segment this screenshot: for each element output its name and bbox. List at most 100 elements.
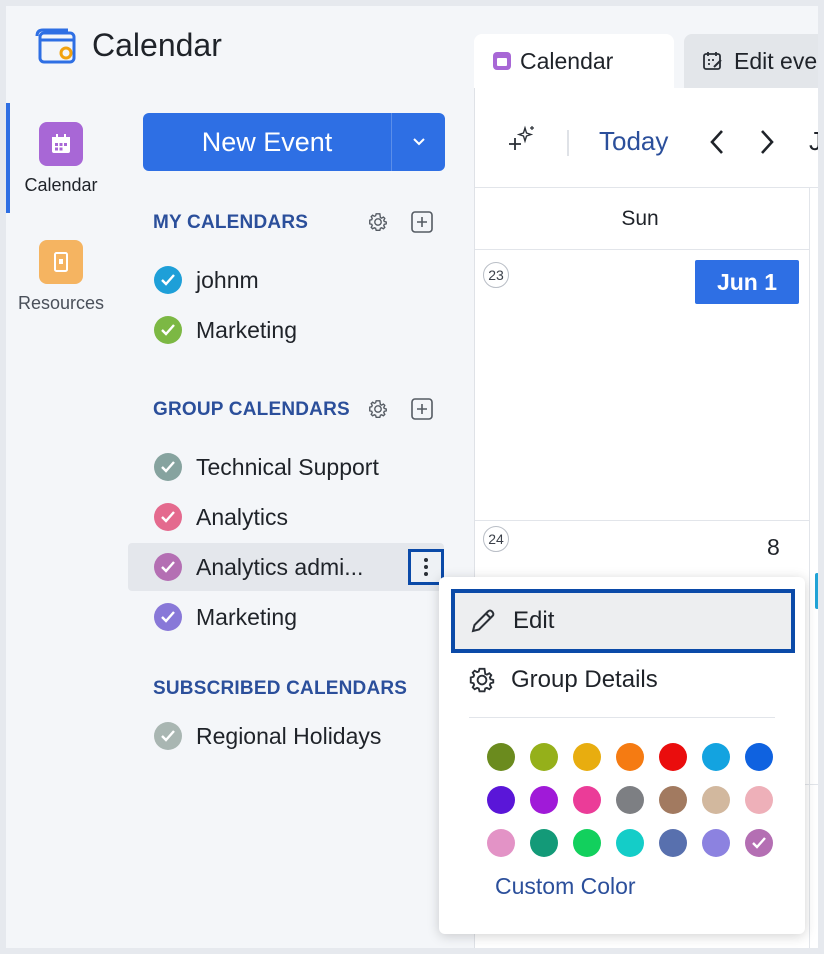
menu-item-edit[interactable]: Edit xyxy=(451,589,795,653)
color-swatch-grid xyxy=(487,743,773,857)
menu-item-label: Edit xyxy=(513,607,555,634)
week-number[interactable]: 24 xyxy=(483,526,509,552)
new-event-button-group: New Event xyxy=(143,113,445,171)
tab-calendar[interactable]: Calendar xyxy=(474,34,674,88)
rail-item-label: Resources xyxy=(17,293,105,313)
resources-icon xyxy=(39,240,83,284)
subscribed-calendars-heading: SUBSCRIBED CALENDARS xyxy=(153,678,408,699)
gear-icon xyxy=(469,667,495,693)
group-calendar-item-analytics[interactable]: Analytics xyxy=(128,493,444,541)
calendar-tab-icon xyxy=(493,52,511,70)
my-calendar-item-marketing[interactable]: Marketing xyxy=(128,306,444,354)
subscribed-calendar-item-regional-holidays[interactable]: Regional Holidays xyxy=(128,712,444,760)
kebab-dot xyxy=(424,558,428,562)
calendar-name: Technical Support xyxy=(196,453,379,480)
color-swatch[interactable] xyxy=(616,743,644,771)
plus-square-icon xyxy=(411,211,433,233)
menu-item-group-details[interactable]: Group Details xyxy=(455,655,795,705)
color-swatch[interactable] xyxy=(702,829,730,857)
app-title: Calendar xyxy=(92,27,222,63)
new-event-dropdown-button[interactable] xyxy=(391,113,445,171)
check-circle-icon[interactable] xyxy=(154,722,182,750)
week-number[interactable]: 23 xyxy=(483,262,509,288)
month-label: J xyxy=(809,126,818,156)
rail-item-label: Calendar xyxy=(24,175,98,195)
check-circle-icon[interactable] xyxy=(154,553,182,581)
color-swatch[interactable] xyxy=(745,829,773,857)
my-calendars-add-button[interactable] xyxy=(409,209,435,235)
day-header-sun: Sun xyxy=(475,188,809,250)
new-event-button[interactable]: New Event xyxy=(143,113,391,171)
today-button[interactable]: Today xyxy=(599,126,668,157)
calendar-toolbar: Today J xyxy=(475,88,818,188)
calendar-name: Analytics xyxy=(196,503,289,530)
check-circle-icon[interactable] xyxy=(154,266,182,294)
date-number[interactable]: 8 xyxy=(767,534,780,561)
check-circle-icon[interactable] xyxy=(154,316,182,344)
color-swatch[interactable] xyxy=(487,786,515,814)
color-swatch[interactable] xyxy=(573,743,601,771)
my-calendars-settings-button[interactable] xyxy=(365,209,391,235)
calendar-name: Marketing xyxy=(196,316,297,343)
my-calendar-item-johnm[interactable]: johnm xyxy=(128,256,444,304)
group-calendar-item-marketing[interactable]: Marketing xyxy=(128,593,444,641)
tab-label: Edit eve xyxy=(734,47,818,74)
menu-divider xyxy=(469,717,775,718)
tab-label: Calendar xyxy=(520,47,614,74)
calendar-name: Marketing xyxy=(196,603,297,630)
calendar-icon xyxy=(39,122,83,166)
color-swatch[interactable] xyxy=(616,786,644,814)
color-swatch[interactable] xyxy=(745,786,773,814)
color-swatch[interactable] xyxy=(659,743,687,771)
chevron-right-icon[interactable] xyxy=(757,128,777,156)
check-circle-icon[interactable] xyxy=(154,453,182,481)
group-calendar-item-technical-support[interactable]: Technical Support xyxy=(128,443,444,491)
color-swatch[interactable] xyxy=(616,829,644,857)
sparkle-add-icon[interactable] xyxy=(507,124,537,154)
plus-square-icon xyxy=(411,398,433,420)
color-swatch[interactable] xyxy=(530,829,558,857)
color-swatch[interactable] xyxy=(659,829,687,857)
color-swatch[interactable] xyxy=(573,786,601,814)
chevron-down-icon xyxy=(412,138,425,146)
pencil-icon xyxy=(471,609,495,633)
date-badge-today[interactable]: Jun 1 xyxy=(695,260,799,304)
calendar-name: johnm xyxy=(196,266,259,293)
rail-item-resources[interactable]: Resources xyxy=(6,240,116,314)
calendar-context-menu: Edit Group Details Custom Color xyxy=(439,577,805,934)
app-window: Calendar Calendar Resources New Event MY… xyxy=(6,6,818,948)
menu-item-label: Group Details xyxy=(511,666,658,693)
check-icon xyxy=(752,837,766,849)
group-calendars-add-button[interactable] xyxy=(409,396,435,422)
toolbar-divider xyxy=(567,130,569,156)
group-calendar-item-analytics-admin[interactable]: Analytics admi... xyxy=(128,543,444,591)
color-swatch[interactable] xyxy=(745,743,773,771)
calendar-name: Regional Holidays xyxy=(196,722,382,749)
calendar-name: Analytics admi... xyxy=(196,553,364,580)
color-swatch[interactable] xyxy=(573,829,601,857)
tab-edit-event[interactable]: Edit eve xyxy=(684,34,818,88)
group-calendars-settings-button[interactable] xyxy=(365,396,391,422)
color-swatch[interactable] xyxy=(702,743,730,771)
color-swatch[interactable] xyxy=(530,743,558,771)
check-circle-icon[interactable] xyxy=(154,503,182,531)
color-swatch[interactable] xyxy=(487,829,515,857)
week-divider xyxy=(475,520,809,521)
event-indicator[interactable] xyxy=(815,573,818,609)
group-calendars-heading: GROUP CALENDARS xyxy=(153,399,350,420)
kebab-dot xyxy=(424,565,428,569)
kebab-dot xyxy=(424,572,428,576)
check-circle-icon[interactable] xyxy=(154,603,182,631)
chevron-left-icon[interactable] xyxy=(707,128,727,156)
my-calendars-heading: MY CALENDARS xyxy=(153,212,309,233)
custom-color-link[interactable]: Custom Color xyxy=(495,873,636,900)
edit-event-icon xyxy=(703,52,722,70)
color-swatch[interactable] xyxy=(659,786,687,814)
color-swatch[interactable] xyxy=(487,743,515,771)
color-swatch[interactable] xyxy=(702,786,730,814)
gear-icon xyxy=(369,400,387,418)
calendar-app-logo-icon xyxy=(35,28,76,64)
rail-item-calendar[interactable]: Calendar xyxy=(6,122,116,196)
color-swatch[interactable] xyxy=(530,786,558,814)
gear-icon xyxy=(369,213,387,231)
